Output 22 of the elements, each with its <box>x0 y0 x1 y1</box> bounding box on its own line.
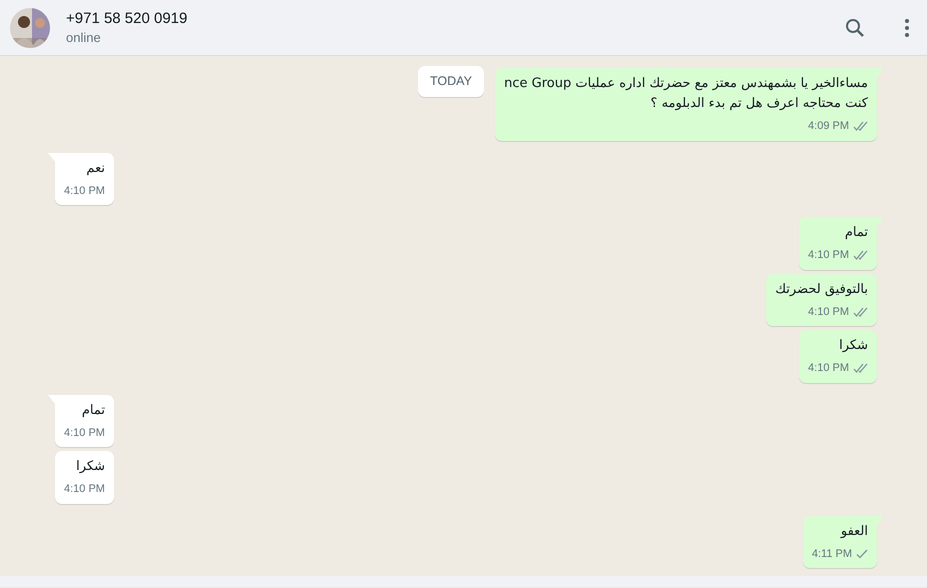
date-badge: TODAY <box>418 66 484 97</box>
message-text: شكرا <box>838 337 868 355</box>
message-time: 4:10 PM <box>808 361 849 376</box>
message-text: نعم <box>85 160 105 178</box>
message-text: مساءالخير يا بشمهندس معتز مع حضرتك اداره عمليات nce Group <box>504 75 868 93</box>
menu-icon[interactable] <box>905 18 909 36</box>
message-time: 4:10 PM <box>64 426 105 440</box>
message-text: كنت محتاجه اعرف هل تم بدء الدبلومه ؟ <box>650 95 868 113</box>
message-time: 4:10 PM <box>64 482 105 497</box>
message-text: تمام <box>80 402 105 420</box>
message-text: بالتوفيق لحضرتك <box>775 280 868 298</box>
message-text: العفو <box>839 522 868 540</box>
message-time: 4:10 PM <box>808 304 849 320</box>
message-text: تمام <box>844 224 868 242</box>
contact-name: +971 58 520 0919 <box>66 8 188 28</box>
message-time: 4:11 PM <box>812 546 852 562</box>
contact-status: online <box>66 28 102 46</box>
search-icon[interactable] <box>845 18 865 38</box>
message-time: 4:10 PM <box>64 184 105 198</box>
message-text: شكرا <box>75 458 105 476</box>
message-time: 4:09 PM <box>808 119 849 134</box>
message-time: 4:10 PM <box>808 248 849 263</box>
